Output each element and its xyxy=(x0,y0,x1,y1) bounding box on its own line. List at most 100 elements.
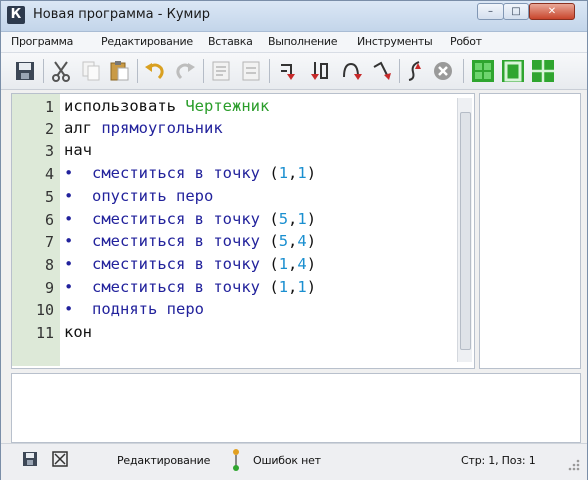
step-out-button[interactable] xyxy=(369,59,393,83)
compile-status-icon xyxy=(233,449,239,471)
toolbar-separator xyxy=(463,59,464,83)
resize-grip-icon[interactable] xyxy=(567,458,581,472)
robot-window-button[interactable] xyxy=(471,59,495,83)
toolbar xyxy=(1,53,587,90)
code-paren: ( xyxy=(269,278,279,296)
step-back-button[interactable] xyxy=(403,59,427,83)
code-paren: ( xyxy=(269,164,279,182)
indent-marker: • xyxy=(64,210,74,228)
code-command: сместиться в точку xyxy=(92,232,260,250)
grid-window-button[interactable] xyxy=(531,59,555,83)
code-number: 5 xyxy=(278,232,289,250)
code-comma: , xyxy=(288,232,298,250)
code-command: сместиться в точку xyxy=(92,210,260,228)
errors-status: Ошибок нет xyxy=(253,454,321,467)
copy-icon xyxy=(82,61,100,81)
code-keyword: алг xyxy=(64,119,92,137)
code-paren: ) xyxy=(306,255,317,273)
redo-button[interactable] xyxy=(173,59,197,83)
code-paren: ( xyxy=(269,210,279,228)
clear-output-button[interactable] xyxy=(51,450,69,468)
line-number: 10 xyxy=(35,301,54,319)
line-number: 3 xyxy=(44,142,54,160)
stop-button[interactable] xyxy=(431,59,455,83)
toolbar-separator xyxy=(203,59,204,83)
save-button[interactable] xyxy=(13,59,37,83)
step-button[interactable] xyxy=(307,59,331,83)
toolbar-separator xyxy=(137,59,138,83)
paste-icon xyxy=(110,61,129,81)
code-paren: ) xyxy=(306,164,317,182)
menu-program[interactable]: Программа xyxy=(11,35,73,48)
menu-robot[interactable]: Робот xyxy=(450,35,482,48)
code-paren: ) xyxy=(306,278,317,296)
code-line: • сместиться в точку (5,4) xyxy=(64,232,316,250)
toolbar-separator xyxy=(43,59,44,83)
code-line: • сместиться в точку (1,4) xyxy=(64,255,316,273)
draw-window-icon xyxy=(502,60,524,82)
step-icon xyxy=(311,62,328,80)
line-number-gutter: 1 2 3 4 5 6 7 8 9 10 11 xyxy=(12,94,60,366)
app-window: К Новая программа - Кумир – □ ✕ Программ… xyxy=(0,0,588,480)
kumir-app-icon: К xyxy=(7,6,25,24)
indent-marker: • xyxy=(64,255,74,273)
menu-run[interactable]: Выполнение xyxy=(268,35,338,48)
undo-icon xyxy=(145,63,164,80)
code-comma: , xyxy=(288,255,298,273)
code-command: поднять перо xyxy=(92,300,204,318)
uncomment-button[interactable] xyxy=(239,59,263,83)
close-icon: ✕ xyxy=(547,6,557,17)
cursor-position: Стр: 1, Поз: 1 xyxy=(461,454,536,467)
code-line: • поднять перо xyxy=(64,300,204,318)
line-number: 1 xyxy=(44,98,54,116)
clear-output-icon xyxy=(52,451,68,467)
stop-icon xyxy=(434,62,452,80)
line-number: 11 xyxy=(35,324,54,342)
cut-icon xyxy=(52,61,70,82)
robot-window-icon xyxy=(472,60,494,82)
save-output-button[interactable] xyxy=(21,450,39,468)
menu-tools[interactable]: Инструменты xyxy=(357,35,433,48)
redo-icon xyxy=(176,63,195,80)
code-number: 1 xyxy=(278,255,289,273)
undo-button[interactable] xyxy=(143,59,167,83)
editor-vertical-scrollbar[interactable] xyxy=(457,98,472,362)
close-button[interactable]: ✕ xyxy=(529,3,575,20)
line-number: 7 xyxy=(44,233,54,251)
code-keyword: использовать xyxy=(64,97,176,115)
code-line: использовать Чертежник xyxy=(64,97,269,115)
status-bar: Редактирование Ошибок нет Стр: 1, Поз: 1 xyxy=(1,443,587,480)
indent-marker: • xyxy=(64,232,74,250)
code-command: сместиться в точку xyxy=(92,278,260,296)
cut-button[interactable] xyxy=(49,59,73,83)
save-output-icon xyxy=(23,452,37,466)
code-paren: ( xyxy=(269,232,279,250)
indent-marker: • xyxy=(64,278,74,296)
output-console[interactable] xyxy=(11,373,581,443)
comment-button[interactable] xyxy=(209,59,233,83)
code-paren: ) xyxy=(306,210,317,228)
maximize-button[interactable]: □ xyxy=(503,3,529,20)
minimize-icon: – xyxy=(488,6,493,17)
code-line: • опустить перо xyxy=(64,187,213,205)
code-command: опустить перо xyxy=(92,187,214,205)
menu-edit[interactable]: Редактирование xyxy=(101,35,193,48)
toolbar-separator xyxy=(269,59,270,83)
run-button[interactable] xyxy=(277,59,301,83)
menu-insert[interactable]: Вставка xyxy=(208,35,253,48)
code-number: 1 xyxy=(278,278,289,296)
scrollbar-thumb[interactable] xyxy=(460,112,471,350)
copy-button[interactable] xyxy=(79,59,103,83)
code-line: нач xyxy=(64,141,92,159)
draw-window-button[interactable] xyxy=(501,59,525,83)
toolbar-separator xyxy=(399,59,400,83)
step-into-icon xyxy=(343,62,362,80)
step-into-button[interactable] xyxy=(339,59,363,83)
minimize-button[interactable]: – xyxy=(477,3,504,20)
code-editor[interactable]: 1 2 3 4 5 6 7 8 9 10 11 использовать Чер… xyxy=(11,93,475,369)
line-number: 5 xyxy=(44,188,54,206)
code-comma: , xyxy=(288,278,298,296)
paste-button[interactable] xyxy=(107,59,131,83)
code-keyword: кон xyxy=(64,323,92,341)
code-line: кон xyxy=(64,323,92,341)
